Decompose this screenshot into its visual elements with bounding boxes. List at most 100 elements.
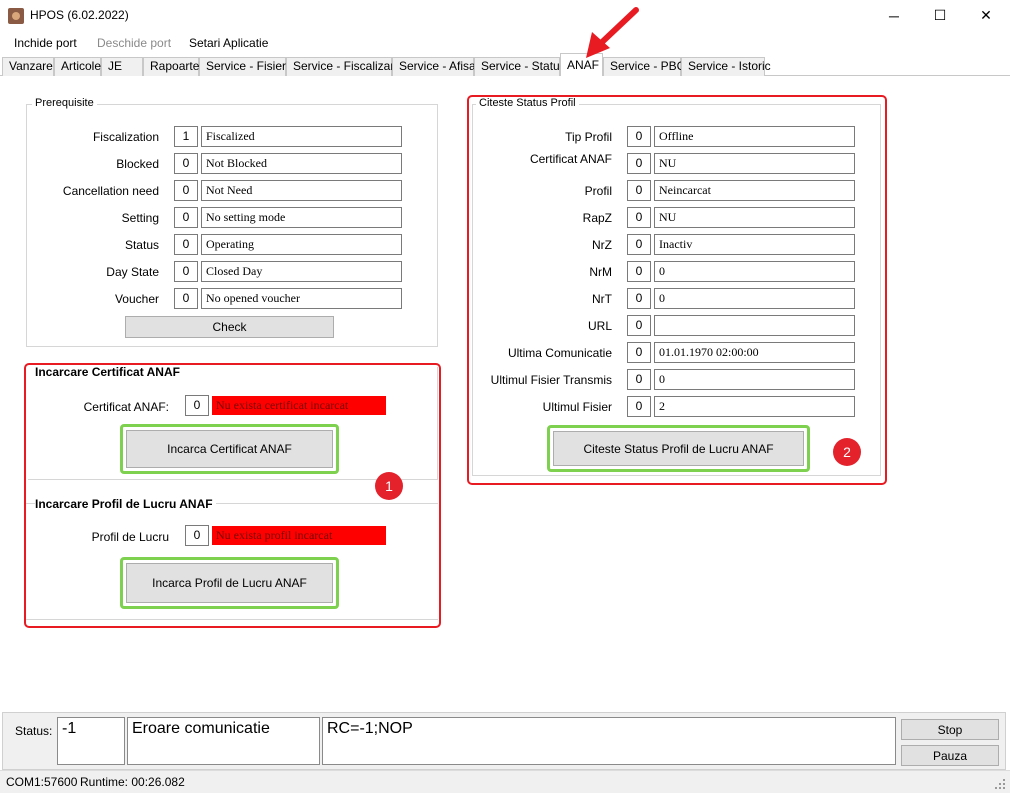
- rapz-value[interactable]: NU: [654, 207, 855, 228]
- prerequisite-title: Prerequisite: [32, 97, 97, 109]
- profil-num[interactable]: 0: [185, 525, 209, 546]
- profil-title: Incarcare Profil de Lucru ANAF: [35, 497, 216, 511]
- close-button[interactable]: ✕: [963, 0, 1009, 31]
- nrz-value[interactable]: Inactiv: [654, 234, 855, 255]
- arrow-annotation-icon: [586, 7, 639, 58]
- status-value[interactable]: Operating: [201, 234, 402, 255]
- ultima-comunicatie-num[interactable]: 0: [627, 342, 651, 363]
- status-response-field[interactable]: RC=-1;NOP: [322, 717, 896, 765]
- tab-service-status[interactable]: Service - Status: [474, 57, 566, 76]
- profil-status-field[interactable]: Nu exista profil incarcat: [212, 526, 386, 545]
- profil-status-value[interactable]: Neincarcat: [654, 180, 855, 201]
- tip-profil-value[interactable]: Offline: [654, 126, 855, 147]
- profil-status-label: Profil: [584, 184, 612, 198]
- ultimul-fisier-num[interactable]: 0: [627, 396, 651, 417]
- cancellation-label: Cancellation need: [62, 184, 159, 198]
- rapz-label: RapZ: [582, 211, 612, 225]
- tab-articole[interactable]: Articole: [54, 57, 101, 76]
- window-title: HPOS (6.02.2022): [30, 8, 129, 22]
- status-num[interactable]: 0: [174, 234, 198, 255]
- menu-setari-aplicatie[interactable]: Setari Aplicatie: [189, 36, 268, 50]
- fiscalization-num[interactable]: 1: [174, 126, 198, 147]
- status-message-field[interactable]: Eroare comunicatie: [127, 717, 320, 765]
- menu-deschide-port[interactable]: Deschide port: [97, 36, 171, 50]
- tab-service-istoric[interactable]: Service - Istoric: [681, 57, 771, 76]
- blocked-num[interactable]: 0: [174, 153, 198, 174]
- nrz-num[interactable]: 0: [627, 234, 651, 255]
- nrt-label: NrT: [592, 292, 612, 306]
- voucher-label: Voucher: [114, 292, 159, 306]
- runtime-info: Runtime: 00:26.082: [80, 775, 185, 789]
- blocked-label: Blocked: [116, 157, 159, 171]
- maximize-button[interactable]: ☐: [917, 0, 963, 31]
- annotation-badge-2: 2: [833, 438, 861, 466]
- url-value[interactable]: [654, 315, 855, 336]
- fiscalization-value[interactable]: Fiscalized: [201, 126, 402, 147]
- tab-je[interactable]: JE: [101, 57, 143, 76]
- url-label: URL: [587, 319, 612, 333]
- certificat-anaf-num[interactable]: 0: [627, 153, 651, 174]
- profil-label: Profil de Lucru: [91, 530, 169, 544]
- certificat-anaf-label: Certificat ANAF: [529, 152, 612, 166]
- ultima-comunicatie-label: Ultima Comunicatie: [507, 346, 612, 360]
- nrm-label: NrM: [589, 265, 612, 279]
- tab-rapoarte[interactable]: Rapoarte: [143, 57, 199, 76]
- minimize-icon: ─: [889, 7, 899, 24]
- tab-service-fisiere[interactable]: Service - Fisiere: [199, 57, 293, 76]
- cancellation-num[interactable]: 0: [174, 180, 198, 201]
- day-state-num[interactable]: 0: [174, 261, 198, 282]
- tab-service-fiscalizare[interactable]: Service - Fiscalizare: [286, 57, 401, 76]
- voucher-value[interactable]: No opened voucher: [201, 288, 402, 309]
- day-state-label: Day State: [106, 265, 159, 279]
- incarca-certificat-button[interactable]: Incarca Certificat ANAF: [126, 430, 333, 468]
- ultimul-fisier-value[interactable]: 2: [654, 396, 855, 417]
- nrm-value[interactable]: 0: [654, 261, 855, 282]
- day-state-value[interactable]: Closed Day: [201, 261, 402, 282]
- certificat-status-field[interactable]: Nu exista certificat incarcat: [212, 396, 386, 415]
- blocked-value[interactable]: Not Blocked: [201, 153, 402, 174]
- ultimul-fisier-transmis-value[interactable]: 0: [654, 369, 855, 390]
- certificat-label: Certificat ANAF:: [83, 400, 169, 414]
- url-num[interactable]: 0: [627, 315, 651, 336]
- ultimul-fisier-transmis-label: Ultimul Fisier Transmis: [490, 373, 612, 387]
- title-bar: [0, 0, 1010, 31]
- port-info: COM1:57600: [6, 775, 78, 789]
- ultima-comunicatie-value[interactable]: 01.01.1970 02:00:00: [654, 342, 855, 363]
- profil-status-num[interactable]: 0: [627, 180, 651, 201]
- setting-value[interactable]: No setting mode: [201, 207, 402, 228]
- nrm-num[interactable]: 0: [627, 261, 651, 282]
- certificat-num[interactable]: 0: [185, 395, 209, 416]
- resize-grip-icon[interactable]: [994, 778, 1006, 790]
- menu-inchide-port[interactable]: Inchide port: [14, 36, 77, 50]
- status-profil-title: Citeste Status Profil: [476, 97, 579, 109]
- citeste-status-button[interactable]: Citeste Status Profil de Lucru ANAF: [553, 431, 804, 466]
- stop-button[interactable]: Stop: [901, 719, 999, 740]
- setting-label: Setting: [121, 211, 159, 225]
- voucher-num[interactable]: 0: [174, 288, 198, 309]
- nrt-num[interactable]: 0: [627, 288, 651, 309]
- incarca-profil-button[interactable]: Incarca Profil de Lucru ANAF: [126, 563, 333, 603]
- status-caption: Status:: [15, 724, 53, 738]
- cancellation-value[interactable]: Not Need: [201, 180, 402, 201]
- maximize-icon: ☐: [933, 7, 947, 23]
- ultimul-fisier-transmis-num[interactable]: 0: [627, 369, 651, 390]
- certificat-anaf-value[interactable]: NU: [654, 153, 855, 174]
- tip-profil-label: Tip Profil: [565, 130, 612, 144]
- ultimul-fisier-label: Ultimul Fisier: [542, 400, 612, 414]
- pauza-button[interactable]: Pauza: [901, 745, 999, 766]
- minimize-button[interactable]: ─: [871, 0, 917, 31]
- tab-vanzare[interactable]: Vanzare: [2, 57, 54, 76]
- fiscalization-label: Fiscalization: [92, 130, 159, 144]
- tab-service-afisaj[interactable]: Service - Afisaj: [392, 57, 478, 76]
- nrt-value[interactable]: 0: [654, 288, 855, 309]
- app-icon: [8, 8, 24, 24]
- setting-num[interactable]: 0: [174, 207, 198, 228]
- status-code-field[interactable]: -1: [57, 717, 125, 765]
- rapz-num[interactable]: 0: [627, 207, 651, 228]
- annotation-badge-1: 1: [375, 472, 403, 500]
- certificat-title: Incarcare Certificat ANAF: [35, 365, 180, 379]
- tip-profil-num[interactable]: 0: [627, 126, 651, 147]
- status-label: Status: [124, 238, 159, 252]
- nrz-label: NrZ: [592, 238, 612, 252]
- check-button[interactable]: Check: [125, 316, 334, 338]
